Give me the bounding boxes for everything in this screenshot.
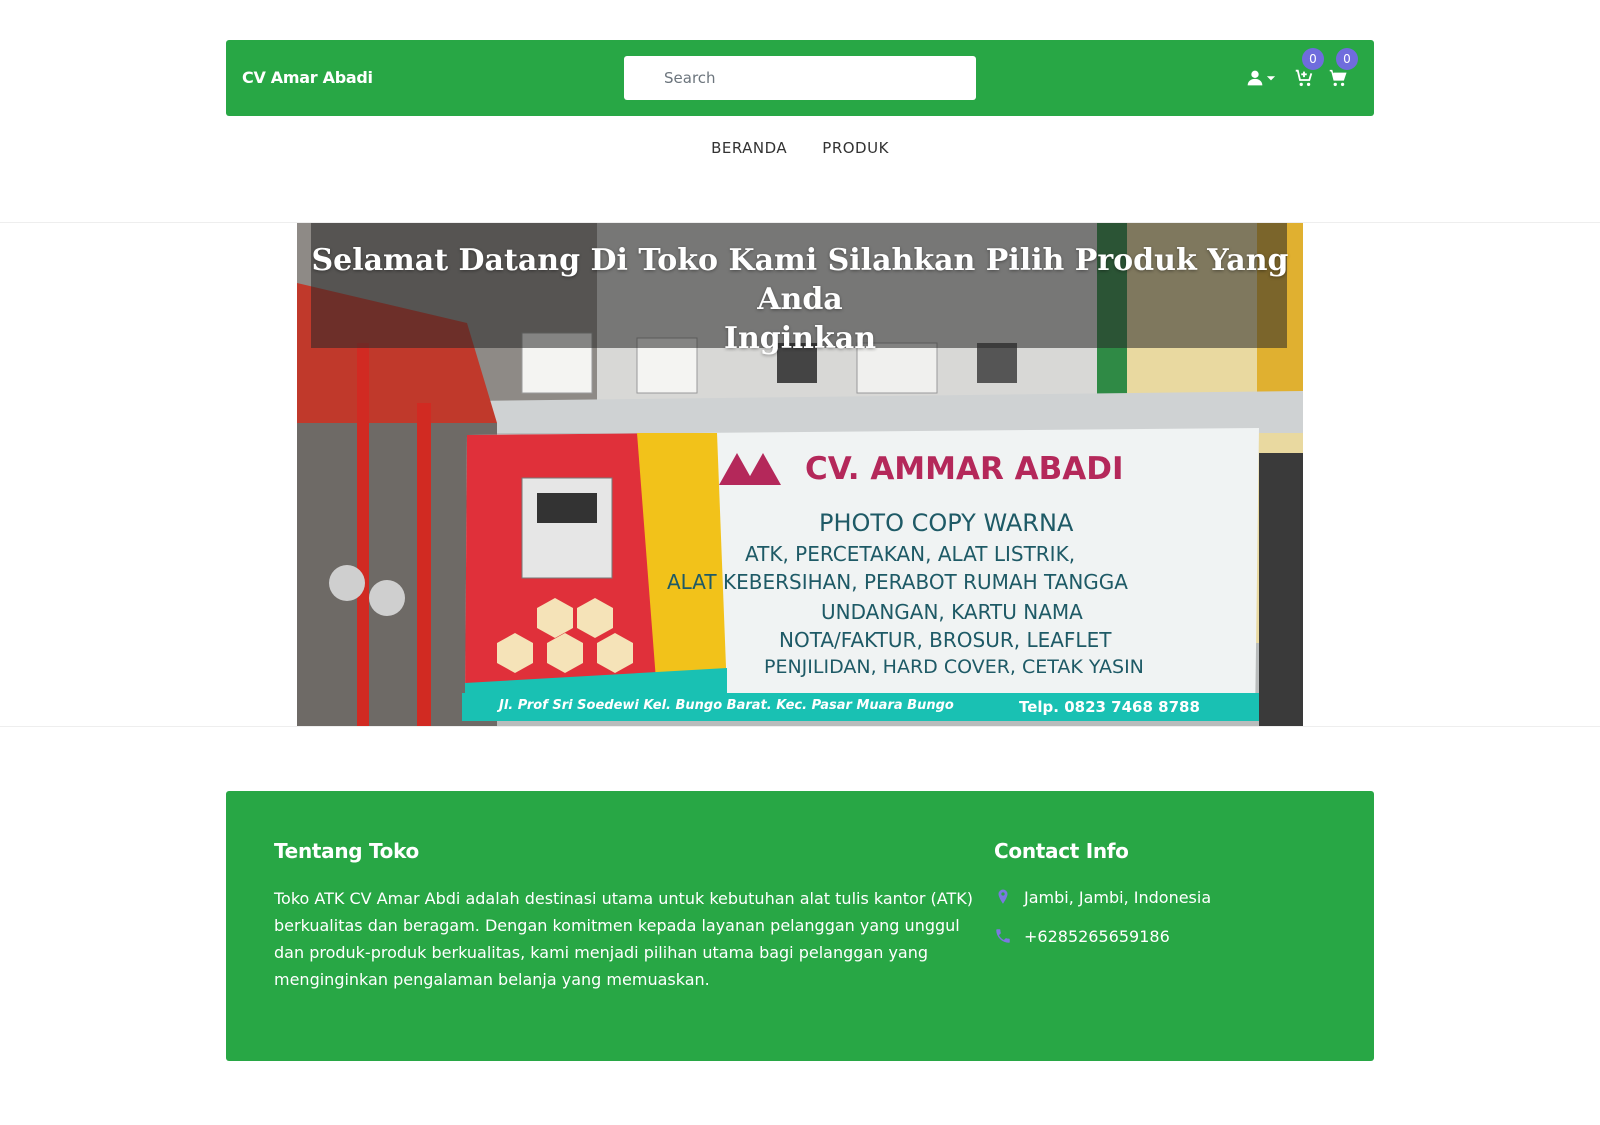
- banner-company: CV. AMMAR ABADI: [805, 451, 1124, 487]
- cart-button[interactable]: 0: [1323, 48, 1358, 92]
- search-box[interactable]: [624, 56, 976, 100]
- brand-logo[interactable]: CV Amar Abadi: [242, 40, 373, 116]
- contact-title: Contact Info: [994, 839, 1129, 863]
- banner-address: Jl. Prof Sri Soedewi Kel. Bungo Barat. K…: [499, 698, 954, 713]
- banner-line-4: UNDANGAN, KARTU NAMA: [821, 600, 1083, 624]
- caret-down-icon: [1266, 76, 1276, 81]
- cart-add-icon: [1295, 69, 1313, 87]
- nav-item-beranda[interactable]: BERANDA: [711, 134, 787, 162]
- cart-add-button[interactable]: 0: [1289, 48, 1324, 92]
- map-pin-icon: [998, 889, 1008, 904]
- search-input[interactable]: [624, 56, 976, 100]
- hero-title-line-2: Inginkan: [723, 321, 877, 356]
- banner-line-5: NOTA/FAKTUR, BROSUR, LEAFLET: [779, 628, 1112, 652]
- user-dropdown-toggle[interactable]: [1262, 62, 1280, 92]
- hero-title: Selamat Datang Di Toko Kami Silahkan Pil…: [297, 241, 1303, 358]
- cart-add-badge: 0: [1302, 48, 1324, 70]
- nav-item-produk[interactable]: PRODUK: [822, 134, 889, 162]
- hero-banner: CV. AMMAR ABADI PHOTO COPY WARNA ATK, PE…: [297, 223, 1303, 726]
- banner-line-3: ALAT KEBERSIHAN, PERABOT RUMAH TANGGA: [667, 570, 1128, 594]
- main-nav: BERANDA PRODUK: [0, 134, 1600, 162]
- hero-title-line-1: Selamat Datang Di Toko Kami Silahkan Pil…: [311, 243, 1289, 317]
- footer: Tentang Toko Toko ATK CV Amar Abdi adala…: [226, 791, 1374, 1061]
- about-text: Toko ATK CV Amar Abdi adalah destinasi u…: [274, 889, 973, 989]
- cart-icon: [1329, 69, 1347, 87]
- banner-line-6: PENJILIDAN, HARD COVER, CETAK YASIN: [764, 656, 1144, 678]
- cart-badge: 0: [1336, 48, 1358, 70]
- banner-line-1: PHOTO COPY WARNA: [819, 509, 1074, 537]
- contact-location-text: Jambi, Jambi, Indonesia: [1024, 888, 1212, 907]
- phone-icon: [996, 929, 1010, 943]
- banner-phone: Telp. 0823 7468 8788: [1019, 698, 1200, 716]
- about-title: Tentang Toko: [274, 839, 419, 863]
- banner-line-2: ATK, PERCETAKAN, ALAT LISTRIK,: [745, 542, 1076, 566]
- hero-bottom-divider: [0, 726, 1600, 727]
- top-navbar: CV Amar Abadi 0: [226, 40, 1374, 116]
- contact-phone-text[interactable]: +6285265659186: [1024, 926, 1170, 948]
